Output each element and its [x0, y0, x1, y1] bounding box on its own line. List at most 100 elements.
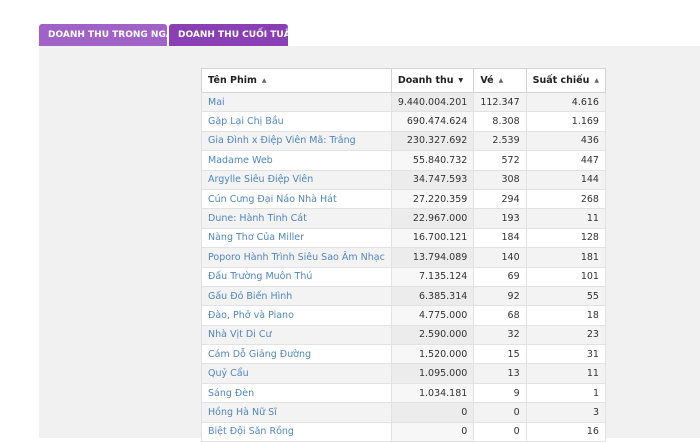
shows-cell: 18	[525, 305, 606, 326]
table-row: Đào, Phở và Piano 4.775.000 68 18	[201, 305, 606, 326]
sort-ascending-icon: ▲	[594, 77, 599, 84]
tickets-cell: 2.539	[473, 130, 527, 152]
table-row: Hồng Hà Nữ Sĩ 0 0 3	[201, 402, 606, 423]
revenue-cell: 9.440.004.201	[390, 91, 475, 113]
table-body: Mai 9.440.004.201 112.347 4.616 Gặp Lại Chị …	[201, 91, 606, 442]
movie-title-link[interactable]: Gia Đình x Điệp Viên Mã: Trắng	[201, 130, 392, 152]
movie-title-link[interactable]: Dune: Hành Tinh Cát	[201, 208, 392, 229]
tickets-cell: 193	[473, 208, 527, 229]
movie-title-link[interactable]: Mai	[201, 91, 392, 113]
revenue-cell: 13.794.089	[390, 247, 475, 268]
movie-title-link[interactable]: Quỷ Cẩu	[201, 363, 392, 384]
tickets-cell: 68	[473, 305, 527, 326]
tickets-cell: 69	[473, 266, 527, 287]
table-row: Nàng Thơ Của Miller 16.700.121 184 128	[201, 227, 606, 249]
shows-cell: 101	[525, 266, 606, 287]
tickets-cell: 140	[473, 247, 527, 268]
revenue-cell: 1.520.000	[390, 344, 475, 365]
sort-ascending-icon: ▲	[261, 77, 267, 84]
shows-cell: 436	[525, 130, 606, 152]
table-row: Cún Cưng Đại Náo Nhà Hát 27.220.359 294 268	[201, 188, 606, 210]
table-row: Cám Dỗ Giảng Đường 1.520.000 15 31	[201, 344, 606, 365]
shows-cell: 268	[525, 188, 606, 210]
tab-bar: DOANH THU TRONG NGÀY DOANH THU CUỐI TUẦN	[39, 24, 298, 46]
movie-title-link[interactable]: Đào, Phở và Piano	[201, 305, 392, 326]
sort-ascending-icon: ▲	[498, 77, 504, 84]
table-row: Argylle Siêu Điệp Viên 34.747.593 308 144	[201, 169, 606, 190]
revenue-cell: 4.775.000	[390, 305, 475, 326]
table-row: Dune: Hành Tinh Cát 22.967.000 193 11	[201, 208, 606, 229]
tab-weekend-revenue[interactable]: DOANH THU CUỐI TUẦN	[169, 24, 298, 46]
movie-title-link[interactable]: Cám Dỗ Giảng Đường	[201, 344, 392, 365]
shows-cell: 11	[525, 363, 606, 384]
shows-cell: 128	[525, 227, 606, 249]
revenue-cell: 690.474.624	[390, 111, 475, 132]
tickets-cell: 0	[473, 421, 527, 442]
revenue-cell: 34.747.593	[390, 169, 475, 190]
tab-daily-revenue[interactable]: DOANH THU TRONG NGÀY	[39, 24, 178, 46]
column-header-label: Doanh thu	[397, 75, 454, 86]
table-row: Gặp Lại Chị Bầu 690.474.624 8.308 1.169	[201, 111, 606, 132]
revenue-cell: 16.700.121	[390, 227, 475, 249]
revenue-table: Tên Phim ▲ Doanh thu ▼ Vé ▲ Suất chiếu ▲ Mai…	[201, 68, 606, 442]
sort-descending-icon: ▼	[458, 77, 464, 84]
movie-title-link[interactable]: Nàng Thơ Của Miller	[201, 227, 392, 249]
shows-cell: 447	[525, 150, 606, 171]
tickets-cell: 9	[473, 382, 527, 404]
tickets-cell: 112.347	[473, 91, 527, 113]
table-row: Poporo Hành Trình Siêu Sao Âm Nhạc 13.794…	[201, 247, 606, 268]
shows-cell: 3	[525, 402, 606, 423]
shows-cell: 23	[525, 324, 606, 346]
table-row: Biệt Đội Săn Rồng 0 0 16	[201, 421, 606, 442]
shows-cell: 11	[525, 208, 606, 229]
table-row: Mai 9.440.004.201 112.347 4.616	[201, 91, 606, 113]
movie-title-link[interactable]: Gặp Lại Chị Bầu	[201, 111, 392, 132]
shows-cell: 144	[525, 169, 606, 190]
column-header-shows[interactable]: Suất chiếu ▲	[525, 68, 606, 93]
shows-cell: 4.616	[525, 91, 606, 113]
movie-title-link[interactable]: Biệt Đội Săn Rồng	[201, 421, 392, 442]
movie-title-link[interactable]: Poporo Hành Trình Siêu Sao Âm Nhạc	[201, 247, 392, 268]
shows-cell: 181	[525, 247, 606, 268]
revenue-cell: 7.135.124	[390, 266, 475, 287]
tickets-cell: 0	[473, 402, 527, 423]
revenue-cell: 0	[390, 421, 475, 442]
column-header-label: Vé	[480, 75, 494, 86]
revenue-cell: 1.034.181	[390, 382, 475, 404]
tickets-cell: 184	[473, 227, 527, 249]
column-header-revenue[interactable]: Doanh thu ▼	[390, 68, 475, 93]
column-header-label: Suất chiếu	[532, 75, 590, 86]
revenue-cell: 22.967.000	[390, 208, 475, 229]
tickets-cell: 32	[473, 324, 527, 346]
movie-title-link[interactable]: Đấu Trường Muôn Thú	[201, 266, 392, 287]
tickets-cell: 92	[473, 285, 527, 307]
tickets-cell: 572	[473, 150, 527, 171]
tickets-cell: 8.308	[473, 111, 527, 132]
movie-title-link[interactable]: Madame Web	[201, 150, 392, 171]
column-header-title[interactable]: Tên Phim ▲	[201, 68, 392, 93]
movie-title-link[interactable]: Nhà Vịt Di Cư	[201, 324, 392, 346]
revenue-cell: 0	[390, 402, 475, 423]
shows-cell: 16	[525, 421, 606, 442]
tickets-cell: 294	[473, 188, 527, 210]
revenue-cell: 1.095.000	[390, 363, 475, 384]
table-row: Đấu Trường Muôn Thú 7.135.124 69 101	[201, 266, 606, 287]
movie-title-link[interactable]: Hồng Hà Nữ Sĩ	[201, 402, 392, 423]
shows-cell: 31	[525, 344, 606, 365]
table-row: Nhà Vịt Di Cư 2.590.000 32 23	[201, 324, 606, 346]
table-row: Sáng Đèn 1.034.181 9 1	[201, 382, 606, 404]
movie-title-link[interactable]: Cún Cưng Đại Náo Nhà Hát	[201, 188, 392, 210]
shows-cell: 1	[525, 382, 606, 404]
table-header-row: Tên Phim ▲ Doanh thu ▼ Vé ▲ Suất chiếu ▲	[201, 68, 606, 93]
revenue-cell: 2.590.000	[390, 324, 475, 346]
movie-title-link[interactable]: Argylle Siêu Điệp Viên	[201, 169, 392, 190]
tickets-cell: 15	[473, 344, 527, 365]
tickets-cell: 13	[473, 363, 527, 384]
movie-title-link[interactable]: Sáng Đèn	[201, 382, 392, 404]
shows-cell: 1.169	[525, 111, 606, 132]
column-header-label: Tên Phim	[208, 75, 257, 86]
shows-cell: 55	[525, 285, 606, 307]
column-header-tickets[interactable]: Vé ▲	[473, 68, 527, 93]
table-row: Gấu Đỏ Biến Hình 6.385.314 92 55	[201, 285, 606, 307]
movie-title-link[interactable]: Gấu Đỏ Biến Hình	[201, 285, 392, 307]
